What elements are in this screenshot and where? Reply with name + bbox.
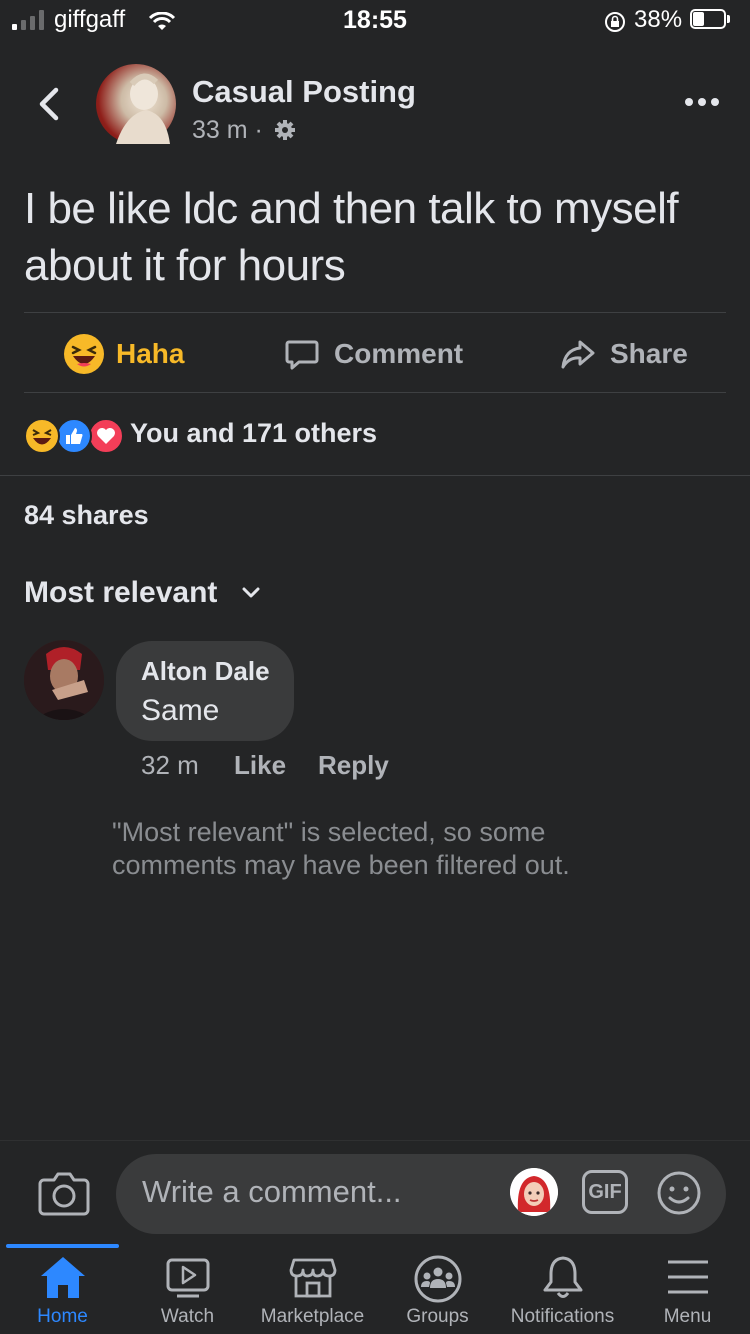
share-icon bbox=[561, 340, 595, 369]
tab-watch[interactable]: Watch bbox=[125, 1254, 250, 1328]
comment-input-placeholder: Write a comment... bbox=[142, 1174, 402, 1209]
bell-icon bbox=[543, 1256, 582, 1298]
share-button[interactable]: Share bbox=[560, 334, 688, 374]
divider bbox=[24, 392, 726, 393]
love-reaction-icon bbox=[88, 418, 124, 454]
like-reaction-icon bbox=[56, 418, 92, 454]
haha-button[interactable]: Haha bbox=[64, 334, 184, 374]
meta-separator: · bbox=[254, 116, 263, 144]
groups-icon bbox=[414, 1255, 461, 1303]
tab-label: Notifications bbox=[510, 1306, 615, 1327]
tab-label: Menu bbox=[663, 1306, 712, 1327]
avatar-sticker-icon[interactable] bbox=[510, 1168, 558, 1216]
shares-count[interactable]: 84 shares bbox=[24, 500, 149, 531]
more-options-button[interactable] bbox=[684, 92, 720, 112]
battery-icon bbox=[690, 9, 732, 31]
gif-button[interactable]: GIF bbox=[582, 1170, 628, 1214]
rotation-lock-icon bbox=[605, 12, 625, 32]
filter-notice: "Most relevant" is selected, so some com… bbox=[112, 817, 570, 880]
marketplace-icon bbox=[289, 1258, 336, 1298]
tab-label: Watch bbox=[160, 1306, 215, 1327]
sort-dropdown[interactable]: Most relevant bbox=[24, 576, 262, 610]
post-meta: 33 m · bbox=[192, 116, 296, 145]
comment-reply-button[interactable]: Reply bbox=[318, 750, 389, 781]
post-text: I be like ldc and then talk to myself ab… bbox=[24, 184, 679, 290]
menu-icon bbox=[667, 1260, 708, 1294]
commenter-photo bbox=[24, 640, 104, 720]
emoji-icon[interactable] bbox=[656, 1170, 702, 1216]
comment-icon bbox=[285, 340, 319, 370]
home-icon bbox=[40, 1257, 85, 1298]
tab-groups[interactable]: Groups bbox=[375, 1254, 500, 1328]
commenter-avatar[interactable] bbox=[24, 640, 104, 720]
tab-label: Groups bbox=[406, 1306, 469, 1327]
tab-home[interactable]: Home bbox=[0, 1254, 125, 1328]
comment-author[interactable]: Alton Dale bbox=[141, 656, 270, 687]
comment-label: Comment bbox=[334, 338, 464, 369]
statue-image bbox=[116, 73, 170, 144]
page-name[interactable]: Casual Posting bbox=[192, 74, 416, 110]
camera-icon[interactable] bbox=[38, 1170, 90, 1216]
tab-notifications[interactable]: Notifications bbox=[500, 1254, 625, 1328]
battery-percent: 38% bbox=[634, 6, 683, 33]
tab-label: Marketplace bbox=[260, 1306, 365, 1327]
comment-like-button[interactable]: Like bbox=[234, 750, 286, 781]
divider bbox=[24, 312, 726, 313]
share-label: Share bbox=[610, 338, 688, 369]
divider bbox=[0, 475, 750, 476]
haha-reaction-icon bbox=[24, 418, 60, 454]
page-avatar[interactable] bbox=[96, 64, 176, 144]
sort-label: Most relevant bbox=[24, 576, 218, 609]
tab-menu[interactable]: Menu bbox=[625, 1254, 750, 1328]
status-bar: giffgaff 18:55 38% bbox=[0, 0, 750, 44]
tab-marketplace[interactable]: Marketplace bbox=[250, 1254, 375, 1328]
comment-time: 32 m bbox=[141, 750, 199, 780]
chevron-down-icon bbox=[242, 587, 260, 598]
haha-emoji-icon bbox=[64, 334, 104, 374]
post-time[interactable]: 33 m bbox=[192, 116, 248, 144]
comment-text: Same bbox=[141, 694, 220, 727]
comment-button[interactable]: Comment bbox=[284, 334, 463, 374]
reactions-count[interactable]: You and 171 others bbox=[130, 418, 377, 449]
reactions-summary[interactable] bbox=[24, 414, 124, 454]
watch-icon bbox=[166, 1258, 209, 1298]
gear-icon bbox=[274, 120, 295, 140]
back-button[interactable] bbox=[30, 82, 70, 126]
tab-label: Home bbox=[37, 1306, 88, 1327]
active-tab-indicator bbox=[6, 1244, 119, 1248]
haha-label: Haha bbox=[116, 338, 185, 369]
